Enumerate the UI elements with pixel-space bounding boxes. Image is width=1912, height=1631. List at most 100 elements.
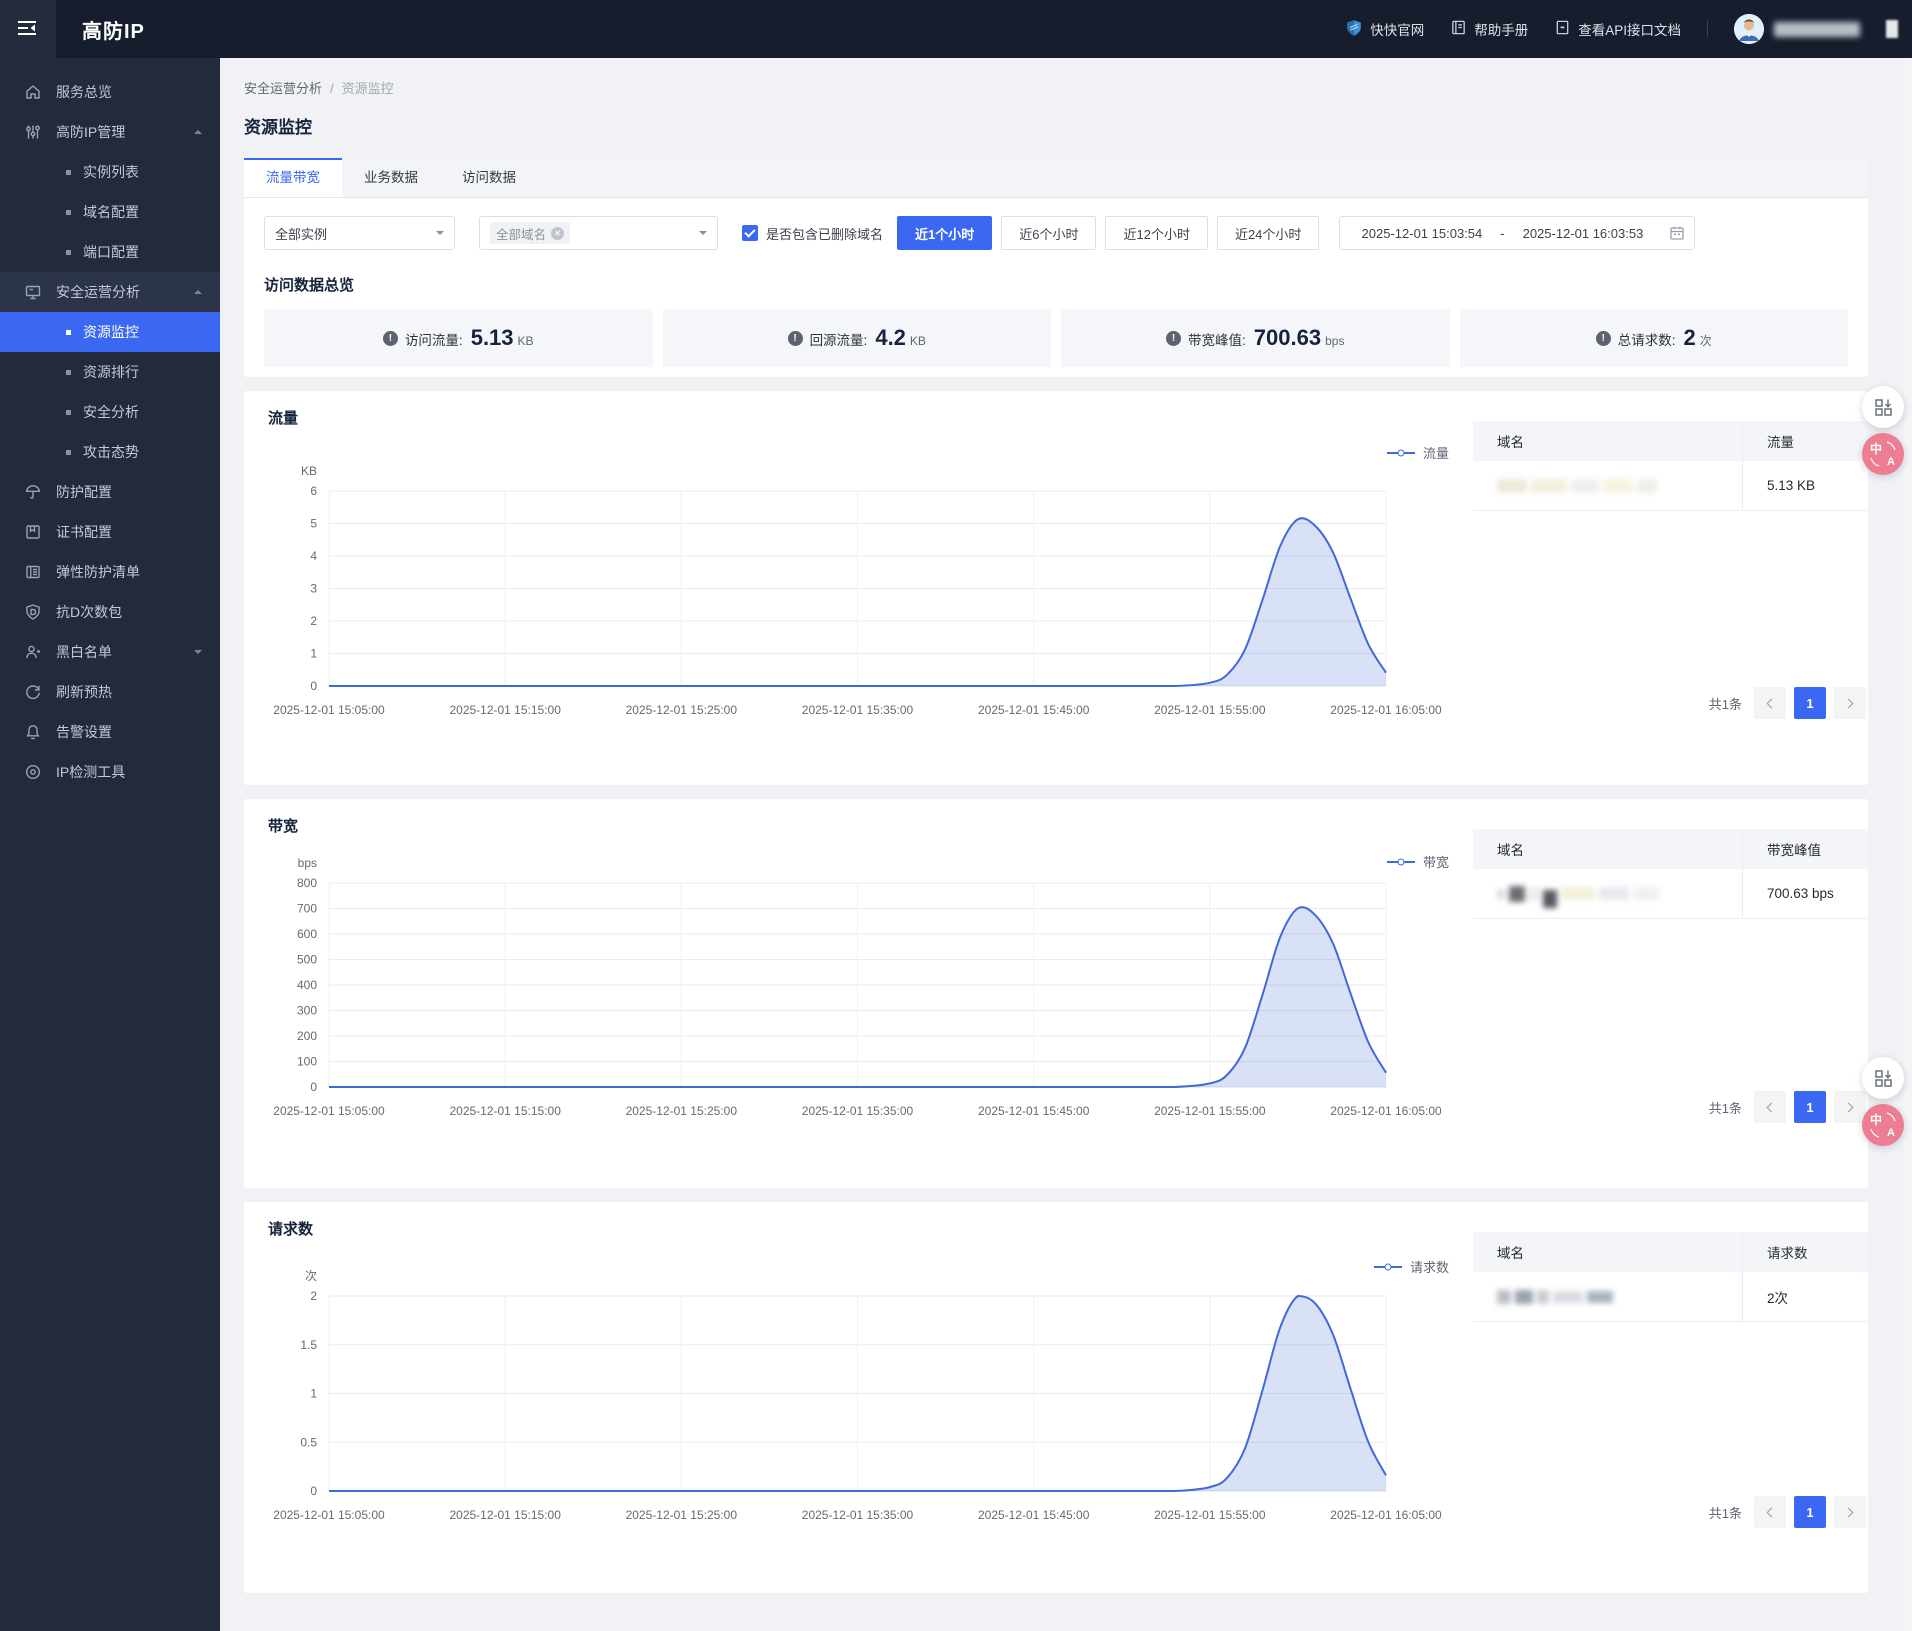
stat-label: 带宽峰值:: [1188, 333, 1246, 348]
table-header: 域名 流量: [1473, 421, 1868, 461]
domain-tag: 全部域名: [490, 222, 571, 244]
tab-access-data[interactable]: 访问数据: [440, 158, 538, 197]
translate-arrows-icon: [1870, 441, 1896, 467]
sidebar: 服务总览 高防IP管理 实例列表 域名配置 端口配置 安全运营分析 资源监控 资…: [0, 58, 220, 1631]
sidebar-item-alert-settings[interactable]: 告警设置: [0, 712, 220, 752]
nav-divider: [1707, 21, 1708, 37]
include-deleted-checkbox[interactable]: 是否包含已删除域名: [742, 224, 883, 243]
floating-widgets-bottom: 中 A: [1862, 1057, 1904, 1146]
sidebar-item-port-config[interactable]: 端口配置: [0, 232, 220, 272]
svg-text:300: 300: [297, 1004, 317, 1018]
sidebar-item-domain-config[interactable]: 域名配置: [0, 192, 220, 232]
layout-widget-button[interactable]: [1862, 1057, 1904, 1099]
translate-widget-button[interactable]: 中 A: [1862, 433, 1904, 475]
nav-link-official-site[interactable]: 快快官网: [1345, 19, 1424, 40]
chevron-right-icon: [1843, 1507, 1854, 1517]
svg-text:2: 2: [310, 614, 317, 628]
current-page-button[interactable]: 1: [1794, 1496, 1826, 1528]
svg-text:2025-12-01 15:45:00: 2025-12-01 15:45:00: [978, 703, 1090, 717]
sidebar-item-antiddos-packages[interactable]: 抗D次数包: [0, 592, 220, 632]
breadcrumb-current: 资源监控: [341, 81, 394, 96]
next-page-button[interactable]: [1834, 1496, 1866, 1528]
translate-widget-button[interactable]: 中 A: [1862, 1104, 1904, 1146]
breadcrumb-parent[interactable]: 安全运营分析: [244, 81, 322, 96]
sidebar-item-protection-config[interactable]: 防护配置: [0, 472, 220, 512]
scrollbar-track[interactable]: [1904, 58, 1912, 1631]
bullet-icon: [66, 369, 71, 375]
sidebar-item-security-analysis-group[interactable]: 安全运营分析: [0, 272, 220, 312]
time-range-1h-button[interactable]: 近1个小时: [897, 216, 993, 250]
sidebar-item-ip-management[interactable]: 高防IP管理: [0, 112, 220, 152]
bullet-icon: [66, 209, 71, 215]
chevron-left-icon: [1766, 1507, 1777, 1517]
info-icon: [787, 330, 803, 346]
tag-clear-icon[interactable]: [551, 226, 565, 240]
bandwidth-chart: 2025-12-01 15:05:00 2025-12-01 15:15:00 20…: [273, 856, 1442, 1118]
sidebar-item-resource-ranking[interactable]: 资源排行: [0, 352, 220, 392]
nav-link-help-manual[interactable]: 帮助手册: [1450, 19, 1528, 39]
nav-link-api-docs[interactable]: 查看API接口文档: [1554, 19, 1681, 39]
instance-select[interactable]: 全部实例: [264, 216, 455, 250]
stat-unit: 次: [1699, 334, 1712, 348]
book-icon: [1450, 19, 1467, 39]
sidebar-item-attack-posture[interactable]: 攻击态势: [0, 432, 220, 472]
info-icon: [1166, 330, 1182, 346]
sidebar-item-label: 攻击态势: [83, 444, 139, 460]
sidebar-item-label: 安全运营分析: [56, 284, 140, 300]
current-page-button[interactable]: 1: [1794, 687, 1826, 719]
bullet-icon: [66, 169, 71, 175]
user-account-menu[interactable]: [1734, 14, 1860, 44]
layout-grid-icon: [1874, 1069, 1892, 1087]
nav-end-redacted: [1886, 20, 1898, 38]
time-range-24h-button[interactable]: 近24个小时: [1216, 216, 1320, 250]
prev-page-button[interactable]: [1754, 687, 1786, 719]
chevron-down-icon: [436, 231, 444, 239]
menu-toggle-button[interactable]: [0, 0, 56, 58]
prev-page-button[interactable]: [1754, 1091, 1786, 1123]
svg-text:2025-12-01 15:25:00: 2025-12-01 15:25:00: [626, 1104, 738, 1118]
sidebar-item-service-overview[interactable]: 服务总览: [0, 72, 220, 112]
time-range-12h-button[interactable]: 近12个小时: [1105, 216, 1208, 250]
svg-text:次: 次: [305, 1269, 317, 1283]
sidebar-item-resource-monitor[interactable]: 资源监控: [0, 312, 220, 352]
sidebar-item-instance-list[interactable]: 实例列表: [0, 152, 220, 192]
stat-bandwidth-peak: 带宽峰值: 700.63bps: [1061, 309, 1450, 367]
svg-text:100: 100: [297, 1055, 317, 1069]
page-title: 资源监控: [244, 118, 312, 137]
svg-text:2025-12-01 15:15:00: 2025-12-01 15:15:00: [449, 1508, 561, 1522]
sidebar-item-refresh-prewarm[interactable]: 刷新预热: [0, 672, 220, 712]
sidebar-item-certificate-config[interactable]: 证书配置: [0, 512, 220, 552]
sidebar-item-blackwhite-list[interactable]: 黑白名单: [0, 632, 220, 672]
pagination-total: 共1条: [1708, 696, 1742, 712]
sidebar-item-label: IP检测工具: [56, 764, 126, 780]
svg-text:2025-12-01 15:45:00: 2025-12-01 15:45:00: [978, 1104, 1090, 1118]
chevron-down-icon: [194, 650, 202, 658]
svg-text:2025-12-01 15:45:00: 2025-12-01 15:45:00: [978, 1508, 1090, 1522]
sidebar-item-ip-detection-tool[interactable]: IP检测工具: [0, 752, 220, 792]
tab-business-data[interactable]: 业务数据: [342, 158, 440, 197]
current-page-button[interactable]: 1: [1794, 1091, 1826, 1123]
next-page-button[interactable]: [1834, 687, 1866, 719]
svg-text:2025-12-01 15:35:00: 2025-12-01 15:35:00: [802, 703, 914, 717]
avatar: [1734, 14, 1764, 44]
svg-text:2025-12-01 15:15:00: 2025-12-01 15:15:00: [449, 1104, 561, 1118]
domain-select[interactable]: 全部域名: [479, 216, 718, 250]
sidebar-item-label: 证书配置: [56, 524, 112, 540]
svg-text:2025-12-01 15:35:00: 2025-12-01 15:35:00: [802, 1508, 914, 1522]
sidebar-item-elastic-protection-list[interactable]: 弹性防护清单: [0, 552, 220, 592]
username-redacted: [1774, 21, 1860, 37]
layout-widget-button[interactable]: [1862, 386, 1904, 428]
svg-text:2025-12-01 15:25:00: 2025-12-01 15:25:00: [626, 703, 738, 717]
chart-title: 带宽: [268, 818, 299, 835]
time-range-6h-button[interactable]: 近6个小时: [1001, 216, 1097, 250]
sidebar-item-label: 安全分析: [83, 404, 139, 420]
tab-traffic-bandwidth[interactable]: 流量带宽: [244, 158, 342, 197]
sidebar-item-security-analysis[interactable]: 安全分析: [0, 392, 220, 432]
stat-access-traffic: 访问流量: 5.13KB: [264, 309, 653, 367]
chevron-right-icon: [1843, 698, 1854, 708]
date-range-picker[interactable]: 2025-12-01 15:03:54 - 2025-12-01 16:03:5…: [1339, 216, 1696, 250]
svg-text:5: 5: [310, 517, 317, 531]
sidebar-item-label: 高防IP管理: [56, 124, 126, 140]
svg-text:0: 0: [310, 1484, 317, 1498]
prev-page-button[interactable]: [1754, 1496, 1786, 1528]
